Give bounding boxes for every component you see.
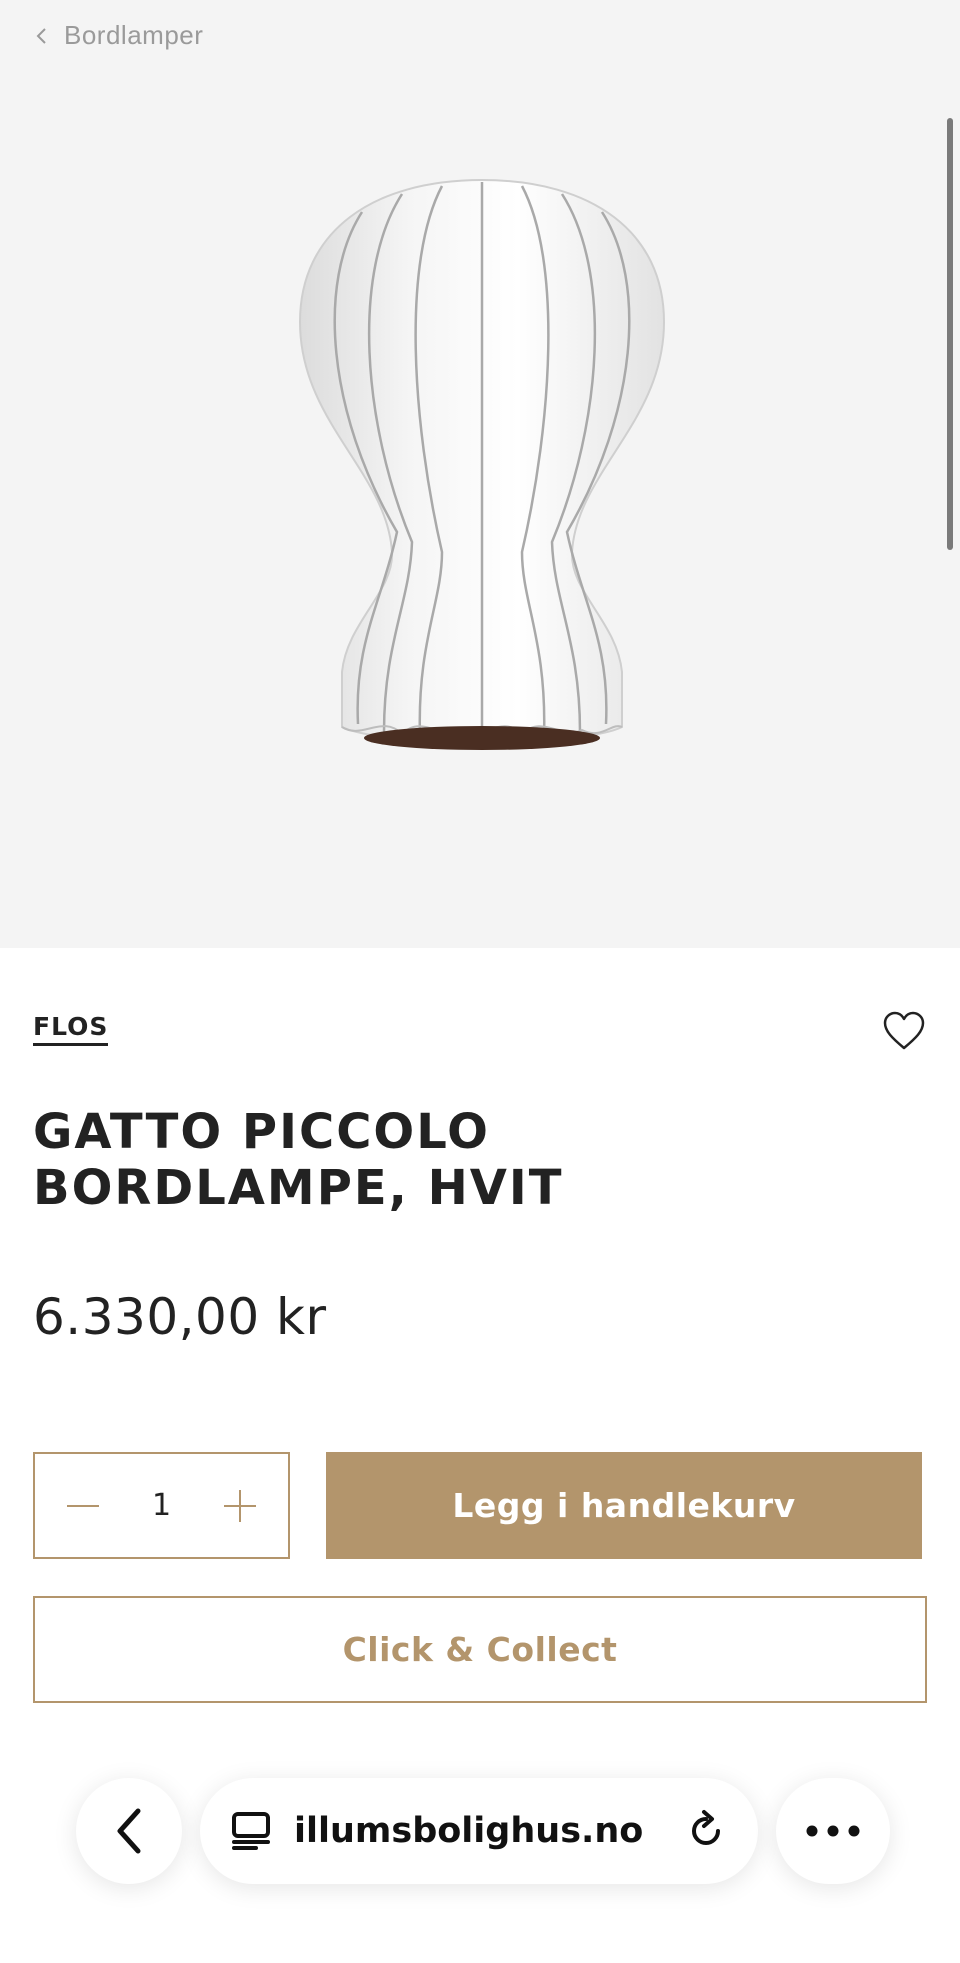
product-title-line1: GATTO PICCOLO <box>33 1104 490 1160</box>
click-and-collect-button[interactable]: Click & Collect <box>33 1596 927 1703</box>
breadcrumb[interactable]: Bordlamper <box>34 20 203 51</box>
decrease-quantity-button[interactable] <box>63 1486 103 1526</box>
add-to-cart-button[interactable]: Legg i handlekurv <box>326 1452 922 1559</box>
product-title: GATTO PICCOLO BORDLAMPE, HVIT <box>33 1104 893 1216</box>
chevron-left-icon <box>36 27 46 44</box>
address-bar[interactable]: illumsbolighus.no <box>200 1778 758 1884</box>
increase-quantity-button[interactable] <box>220 1486 260 1526</box>
more-options-button[interactable] <box>776 1778 890 1884</box>
product-image-area: Bordlamper <box>0 0 960 948</box>
minus-icon <box>67 1504 99 1507</box>
quantity-input[interactable]: 1 <box>132 1488 192 1523</box>
more-icon <box>806 1825 860 1837</box>
product-title-line2: BORDLAMPE, HVIT <box>33 1160 564 1216</box>
browser-back-button[interactable] <box>76 1778 182 1884</box>
url-text[interactable]: illumsbolighus.no <box>294 1811 684 1851</box>
reload-icon[interactable] <box>684 1809 728 1853</box>
plus-icon <box>224 1489 256 1522</box>
product-image[interactable] <box>292 172 672 758</box>
tab-overview-icon[interactable] <box>230 1810 272 1852</box>
heart-icon[interactable] <box>882 1010 926 1052</box>
brand-link[interactable]: FLOS <box>33 1012 109 1046</box>
product-price: 6.330,00 kr <box>33 1288 327 1346</box>
breadcrumb-label: Bordlamper <box>64 20 204 50</box>
chevron-left-icon <box>117 1808 141 1854</box>
quantity-stepper: 1 <box>33 1452 290 1559</box>
scrollbar[interactable] <box>947 118 953 550</box>
